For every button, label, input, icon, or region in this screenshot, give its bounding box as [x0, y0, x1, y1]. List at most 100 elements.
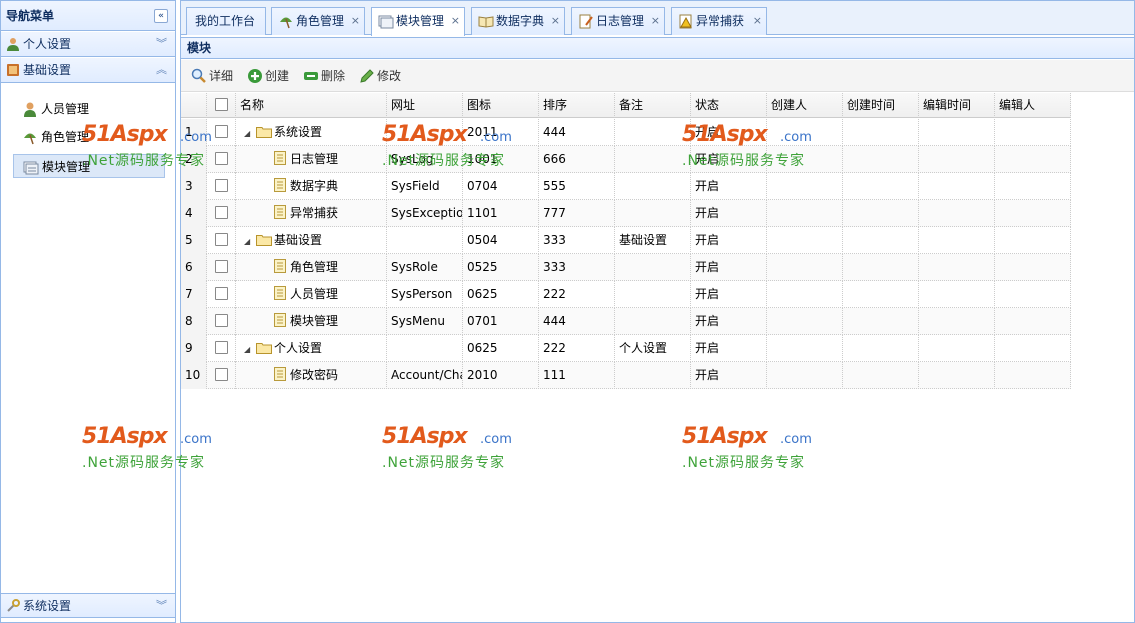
column-header-icon[interactable]: 图标 — [463, 93, 539, 118]
name-cell: ◢ 系统设置 — [236, 119, 387, 146]
tab-label: 我的工作台 — [195, 14, 256, 28]
row-checkbox[interactable] — [207, 200, 236, 227]
checkbox-icon — [215, 206, 228, 219]
table-row[interactable]: 7 人员管理 SysPerson 0625 222 开启 — [181, 281, 1071, 308]
column-header-name[interactable]: 名称 — [236, 93, 387, 118]
row-checkbox[interactable] — [207, 227, 236, 254]
detail-button[interactable]: 详细 — [191, 66, 233, 86]
create-time-cell — [843, 119, 919, 146]
column-header-creator[interactable]: 创建人 — [767, 93, 843, 118]
create-time-cell — [843, 308, 919, 335]
tab-workbench[interactable]: 我的工作台 — [186, 7, 266, 35]
note-cell — [615, 281, 691, 308]
close-icon[interactable]: × — [753, 8, 762, 34]
sidebar-item-person-management[interactable]: 人员管理 — [13, 97, 165, 121]
double-chevron-up-icon[interactable]: ︽ — [156, 58, 167, 82]
editor-cell — [995, 173, 1071, 200]
row-checkbox[interactable] — [207, 308, 236, 335]
row-checkbox[interactable] — [207, 254, 236, 281]
row-number: 1 — [181, 119, 207, 146]
toolbar: 详细 创建 删除 修改 — [181, 60, 1134, 92]
row-number: 3 — [181, 173, 207, 200]
sort-cell: 444 — [539, 119, 615, 146]
accordion-system-settings[interactable]: 系统设置 ︾ — [1, 593, 175, 618]
column-header-editor[interactable]: 编辑人 — [995, 93, 1071, 118]
panel-title-text: 模块 — [187, 41, 212, 55]
row-number: 8 — [181, 308, 207, 335]
url-cell: SysPerson — [387, 281, 463, 308]
note-cell — [615, 362, 691, 389]
accordion-personal-settings[interactable]: 个人设置 ︾ — [1, 32, 175, 57]
sidebar-item-module-management[interactable]: 模块管理 — [13, 154, 165, 178]
table-row[interactable]: 6 角色管理 SysRole 0525 333 开启 — [181, 254, 1071, 281]
double-chevron-down-icon[interactable]: ︾ — [156, 32, 167, 56]
edit-button[interactable]: 修改 — [359, 66, 401, 86]
name-cell: 模块管理 — [236, 308, 387, 335]
close-icon[interactable]: × — [351, 8, 360, 34]
table-row[interactable]: 8 模块管理 SysMenu 0701 444 开启 — [181, 308, 1071, 335]
icon-cell: 0525 — [463, 254, 539, 281]
app-root: 导航菜单 « 个人设置 ︾ 基础设置 ︽ 人员管理 角色管理 模块管理 系统设置 — [0, 0, 1135, 623]
name-cell: 角色管理 — [236, 254, 387, 281]
column-header-status[interactable]: 状态 — [691, 93, 767, 118]
tab-role-management[interactable]: 角色管理 × — [271, 7, 365, 35]
double-chevron-down-icon[interactable]: ︾ — [156, 594, 167, 618]
icon-cell: 1101 — [463, 200, 539, 227]
tab-exception-capture[interactable]: 异常捕获 × — [671, 7, 767, 35]
create-button[interactable]: 创建 — [247, 66, 289, 86]
sort-cell: 555 — [539, 173, 615, 200]
name-cell: ◢ 基础设置 — [236, 227, 387, 254]
row-checkbox[interactable] — [207, 281, 236, 308]
person-icon — [24, 102, 36, 117]
table-row[interactable]: 1 ◢ 系统设置 2011 444 开启 — [181, 119, 1071, 146]
table-row[interactable]: 4 异常捕获 SysException1101777 开启 — [181, 200, 1071, 227]
close-icon[interactable]: × — [551, 8, 560, 34]
editor-cell — [995, 335, 1071, 362]
delete-button[interactable]: 删除 — [303, 66, 345, 86]
row-checkbox[interactable] — [207, 173, 236, 200]
row-checkbox[interactable] — [207, 335, 236, 362]
window-icon — [378, 15, 394, 29]
column-header-url[interactable]: 网址 — [387, 93, 463, 118]
column-header-note[interactable]: 备注 — [615, 93, 691, 118]
close-icon[interactable]: × — [451, 8, 460, 34]
expanded-triangle-icon[interactable]: ◢ — [244, 336, 256, 362]
accordion-basic-settings[interactable]: 基础设置 ︽ — [1, 58, 175, 83]
checkbox-icon — [215, 233, 228, 246]
close-icon[interactable]: × — [651, 8, 660, 34]
table-row[interactable]: 9 ◢ 个人设置 0625 222 个人设置 开启 — [181, 335, 1071, 362]
sidebar-item-role-management[interactable]: 角色管理 — [13, 125, 165, 149]
tab-log-management[interactable]: 日志管理 × — [571, 7, 665, 35]
table-row[interactable]: 3 数据字典 SysField 0704 555 开启 — [181, 173, 1071, 200]
name-cell: 人员管理 — [236, 281, 387, 308]
editor-cell — [995, 281, 1071, 308]
row-checkbox[interactable] — [207, 362, 236, 389]
row-checkbox[interactable] — [207, 119, 236, 146]
book-icon — [7, 64, 19, 76]
row-checkbox[interactable] — [207, 146, 236, 173]
table-row[interactable]: 2 日志管理 SysLog 1001 666 开启 — [181, 146, 1071, 173]
tab-data-dictionary[interactable]: 数据字典 × — [471, 7, 565, 35]
column-header-sort[interactable]: 排序 — [539, 93, 615, 118]
table-row[interactable]: 10 修改密码 Account/Cha 2010 111 开启 — [181, 362, 1071, 389]
checkbox-icon — [215, 287, 228, 300]
document-icon — [274, 313, 286, 327]
create-time-cell — [843, 146, 919, 173]
expanded-triangle-icon[interactable]: ◢ — [244, 120, 256, 146]
edit-time-cell — [919, 227, 995, 254]
tab-module-management[interactable]: 模块管理 × — [371, 7, 465, 36]
icon-cell: 0504 — [463, 227, 539, 254]
document-icon — [274, 178, 286, 192]
note-cell — [615, 200, 691, 227]
select-all-checkbox[interactable] — [207, 93, 236, 118]
row-number: 5 — [181, 227, 207, 254]
editor-cell — [995, 308, 1071, 335]
double-chevron-left-icon[interactable]: « — [154, 9, 168, 23]
editor-cell — [995, 146, 1071, 173]
column-header-edit-time[interactable]: 编辑时间 — [919, 93, 995, 118]
status-cell: 开启 — [691, 173, 767, 200]
column-header-create-time[interactable]: 创建时间 — [843, 93, 919, 118]
creator-cell — [767, 227, 843, 254]
expanded-triangle-icon[interactable]: ◢ — [244, 228, 256, 254]
table-row[interactable]: 5 ◢ 基础设置 0504 333 基础设置 开启 — [181, 227, 1071, 254]
